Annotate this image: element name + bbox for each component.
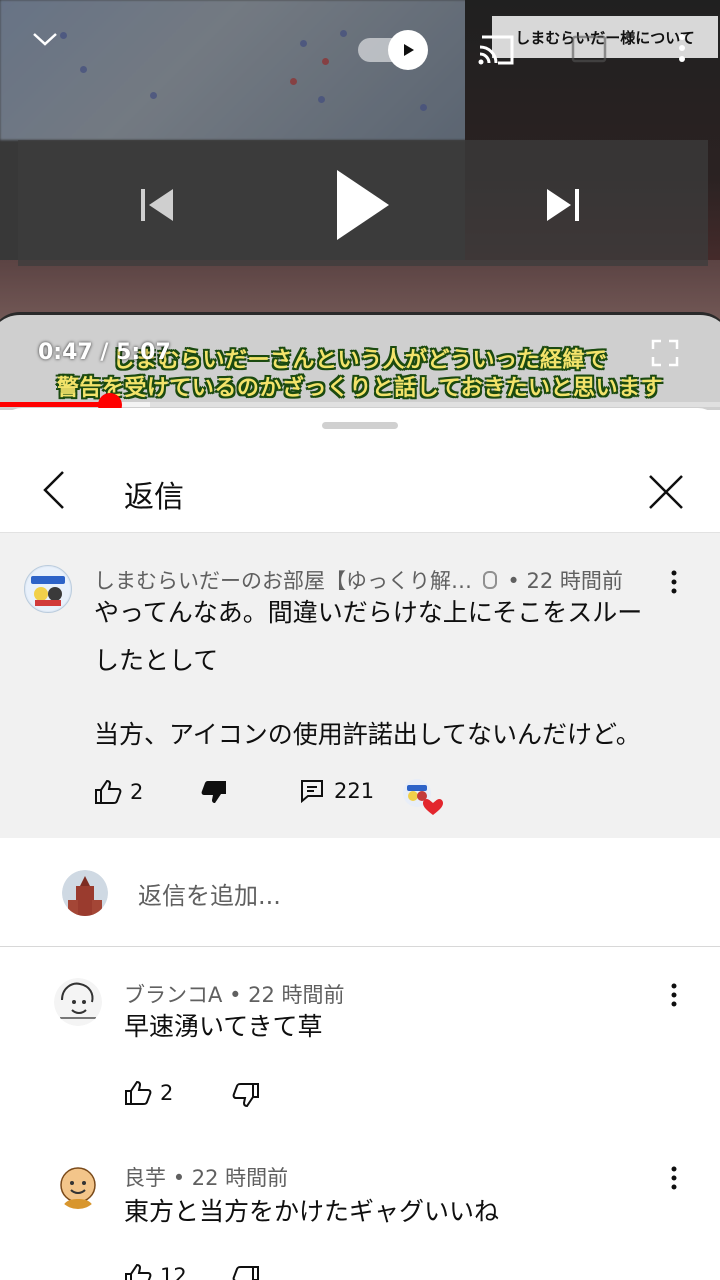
video-player[interactable]: しまむらいだー様について しまむらいだーさんという人がどういった経緯で 警告を受…	[0, 0, 720, 410]
play-icon[interactable]	[318, 160, 408, 250]
thumbs-up-icon	[95, 779, 122, 804]
parent-comment: しまむらいだーのお部屋【ゆっくり解… • 22 時間前 やってんなあ。間違いだら…	[0, 533, 720, 838]
reply-time: 22 時間前	[248, 983, 345, 1007]
add-reply-row[interactable]: 返信を追加...	[0, 838, 720, 947]
reply-like-count: 2	[160, 1081, 174, 1105]
parent-more-icon[interactable]	[664, 565, 684, 599]
parent-comment-text-line2: したとして	[94, 646, 219, 675]
drag-handle[interactable]	[322, 422, 398, 429]
reply-text: 早速湧いてきて草	[124, 1012, 323, 1041]
thumbs-down-icon	[232, 1266, 259, 1280]
reply-author-avatar[interactable]	[54, 978, 102, 1026]
parent-like-button[interactable]: 2	[94, 779, 143, 805]
reply-separator: •	[172, 1166, 186, 1190]
thumbs-down-icon	[232, 1083, 259, 1108]
thumbs-down-filled-icon	[201, 781, 226, 803]
parent-replies-button[interactable]: 221	[300, 779, 374, 803]
autoplay-play-icon	[388, 30, 428, 70]
parent-comment-text-line1: やってんなあ。間違いだらけな上にそこをスルー	[94, 598, 643, 627]
reply-author-avatar[interactable]	[56, 1165, 100, 1209]
reply-more-icon[interactable]	[664, 978, 684, 1012]
panel-header: 返信	[0, 448, 720, 533]
cast-icon[interactable]	[474, 30, 518, 70]
thumbs-up-icon	[125, 1263, 152, 1280]
parent-comment-text-line3: 当方、アイコンの使用許諾出してないんだけど。	[94, 720, 641, 749]
creator-heart-icon	[403, 779, 443, 815]
collapse-chevron-icon[interactable]	[28, 22, 62, 56]
reply-like-button[interactable]: 2	[124, 1080, 173, 1106]
parent-reply-count: 221	[334, 779, 375, 803]
next-icon[interactable]	[536, 178, 590, 232]
time-display: 0:47 / 5:07	[38, 340, 171, 365]
reply-input[interactable]: 返信を追加...	[138, 876, 281, 911]
close-icon[interactable]	[640, 466, 692, 518]
autoplay-toggle[interactable]	[358, 30, 428, 70]
thumbs-up-icon	[125, 1080, 152, 1105]
reply-more-icon[interactable]	[664, 1161, 684, 1195]
replies-panel: 返信 しまむらいだーのお部屋【ゆっくり解… • 22 時間前 やってんなあ。間違…	[0, 408, 720, 1280]
parent-author-avatar[interactable]	[24, 565, 72, 613]
current-user-avatar	[62, 870, 108, 916]
previous-icon[interactable]	[130, 178, 184, 232]
reply-item: 良芋 • 22 時間前 東方と当方をかけたギャグいいね 12	[0, 1153, 720, 1280]
progress-fill	[0, 402, 111, 407]
back-arrow-icon[interactable]	[32, 468, 76, 512]
reply-like-count: 12	[160, 1264, 187, 1280]
reply-text: 東方と当方をかけたギャグいいね	[124, 1197, 500, 1226]
player-more-icon[interactable]	[664, 28, 700, 68]
captions-icon[interactable]	[570, 32, 608, 66]
parent-dislike-button[interactable]	[200, 779, 228, 805]
parent-like-count: 2	[130, 780, 144, 804]
panel-title: 返信	[124, 480, 184, 515]
fullscreen-icon[interactable]	[650, 338, 682, 370]
verified-icon	[482, 571, 497, 589]
reply-author-line: ブランコA • 22 時間前	[124, 979, 345, 1009]
reply-author-line: 良芋 • 22 時間前	[124, 1162, 288, 1192]
reply-comment-icon	[301, 780, 323, 803]
reply-item: ブランコA • 22 時間前 早速湧いてきて草 2	[0, 968, 720, 1148]
reply-author-name[interactable]: ブランコA	[124, 983, 222, 1007]
reply-author-name[interactable]: 良芋	[124, 1166, 166, 1190]
reply-like-button[interactable]: 12	[124, 1263, 187, 1280]
reply-separator: •	[229, 983, 242, 1007]
reply-dislike-button[interactable]	[232, 1082, 260, 1108]
reply-dislike-button[interactable]	[232, 1265, 260, 1280]
reply-time: 22 時間前	[191, 1166, 289, 1190]
